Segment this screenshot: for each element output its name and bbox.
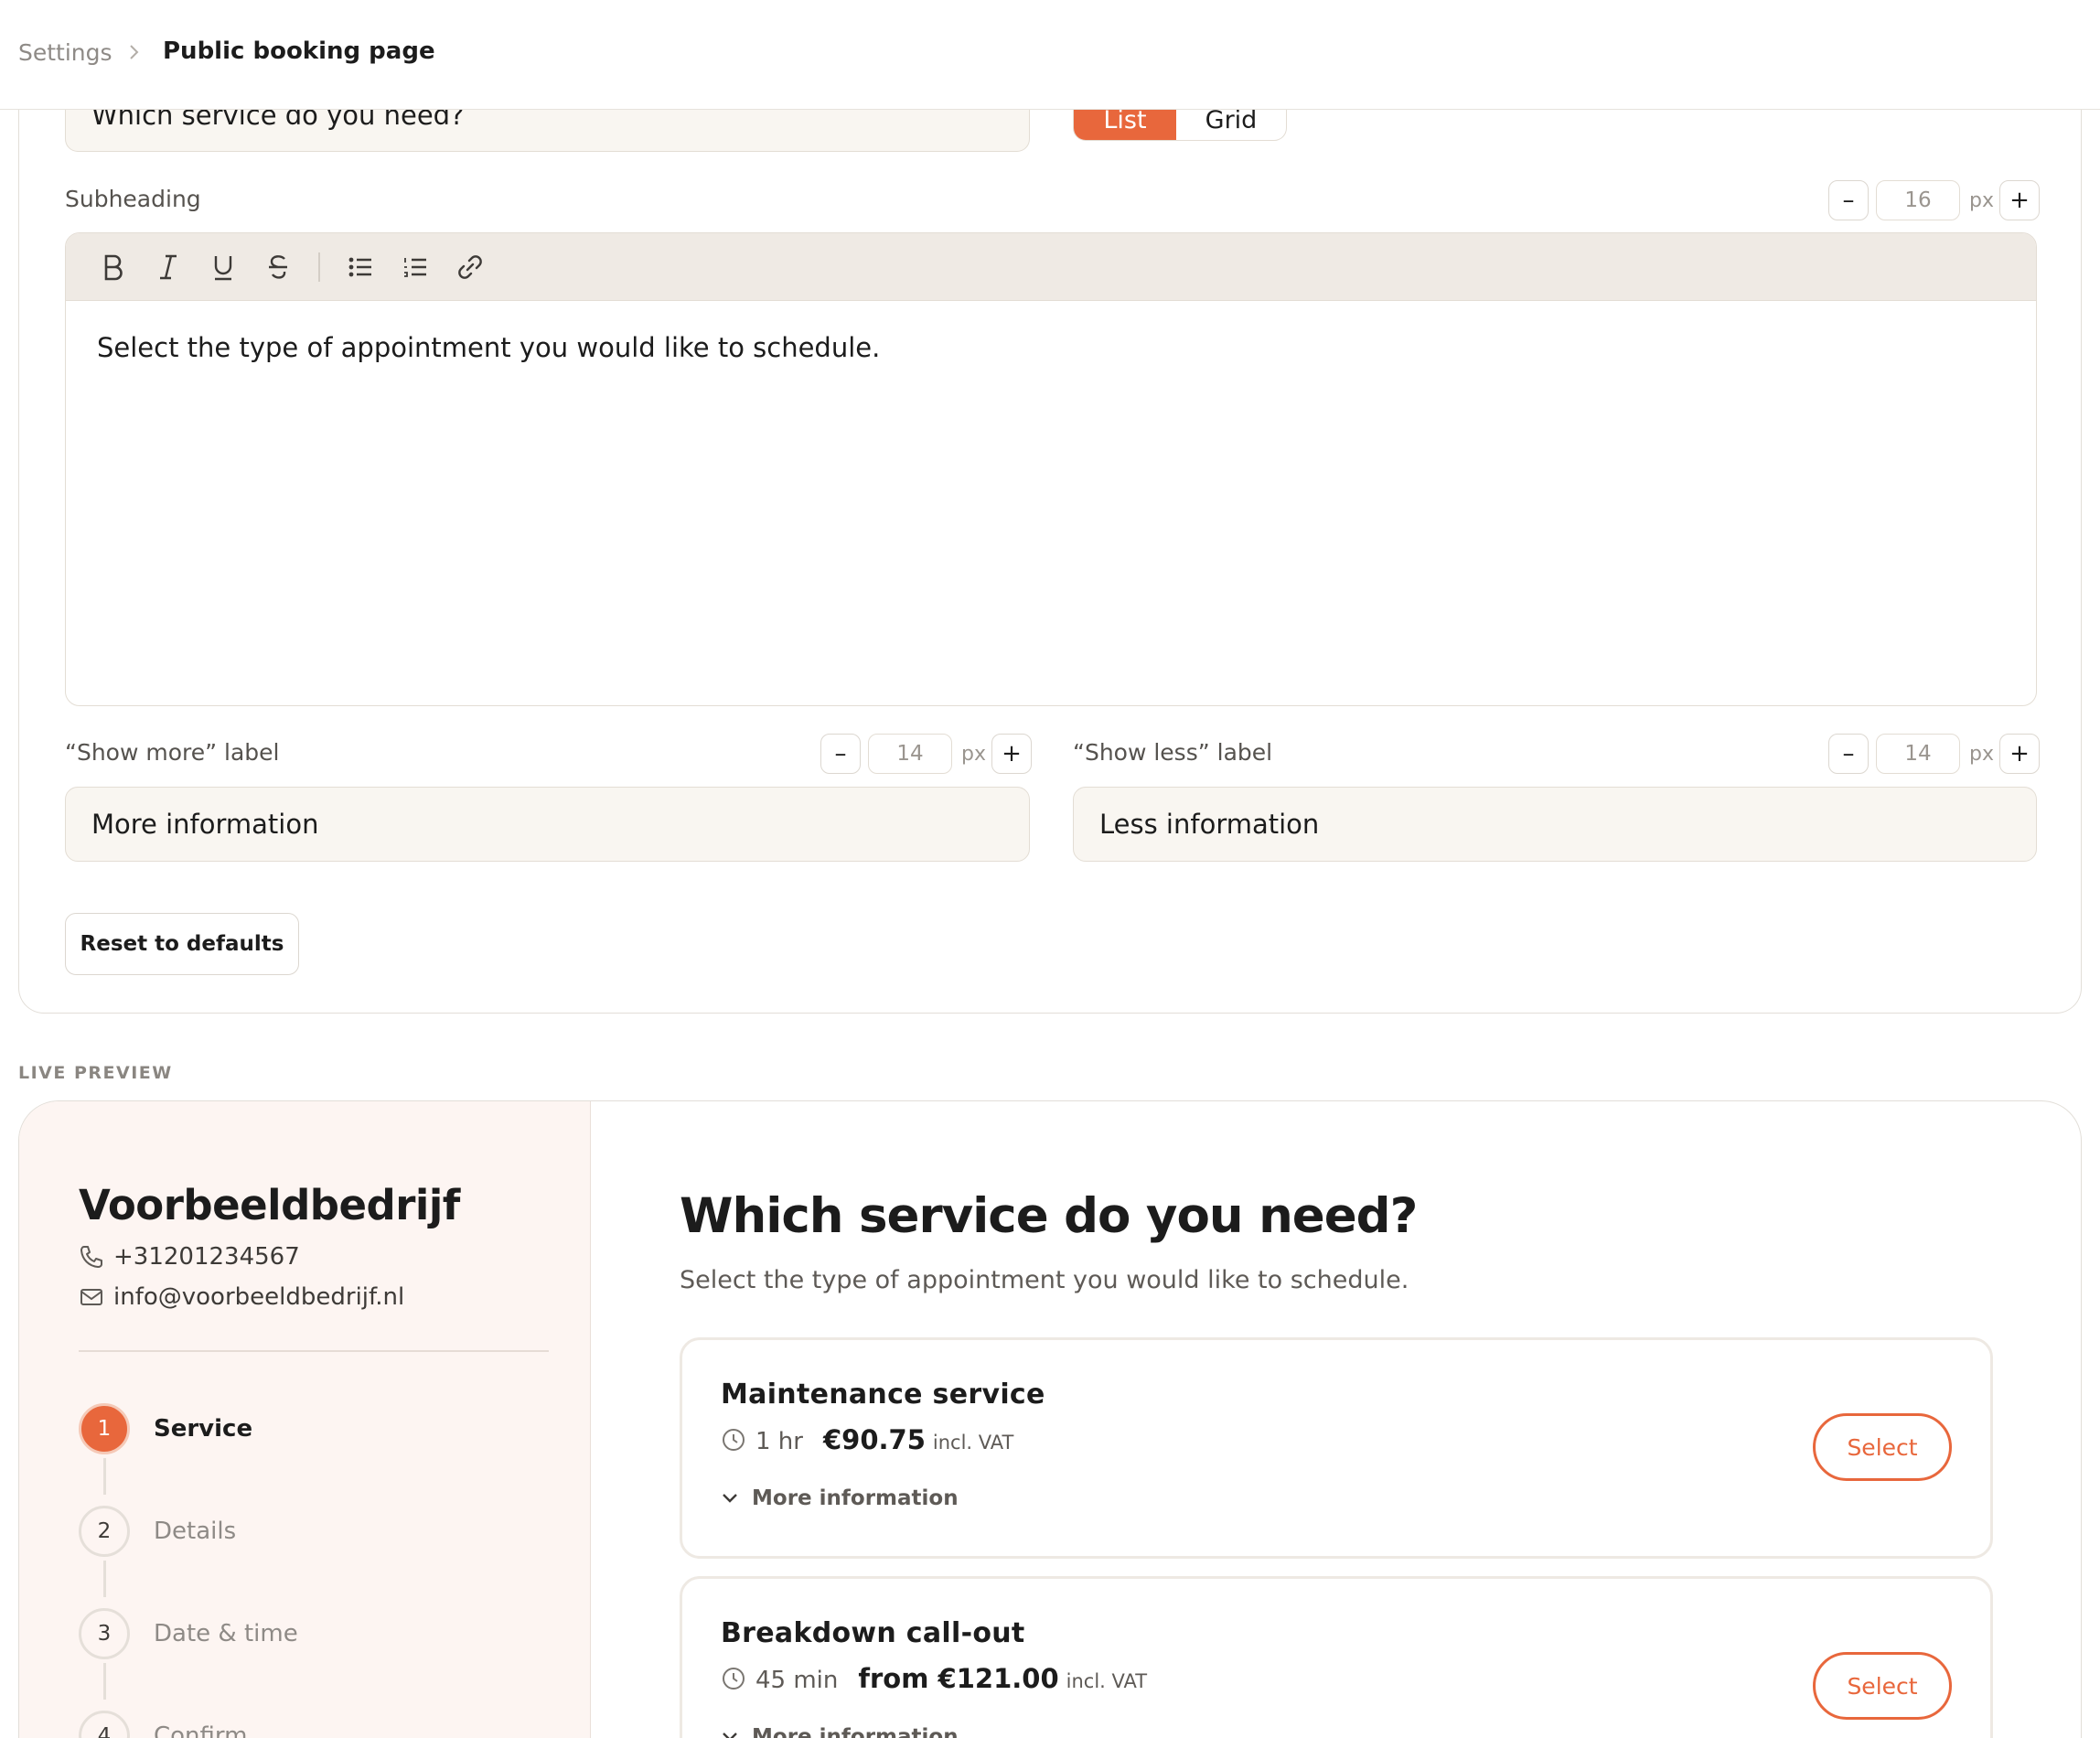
more-information-toggle[interactable]: More information [721,1486,959,1510]
underline-icon[interactable] [196,240,251,295]
service-name: Breakdown call-out [721,1617,1025,1649]
service-vat: incl. VAT [1066,1670,1148,1692]
show-less-label: “Show less” label [1073,739,1273,766]
clock-icon [723,1429,745,1451]
step-number: 4 [79,1711,130,1738]
size-value[interactable]: 16 [1876,180,1960,220]
preview-title: Which service do you need? [680,1188,1418,1244]
top-bar: Settings Public booking page [0,0,2100,110]
show-less-value: Less information [1099,809,1320,840]
service-duration: 45 min [755,1667,839,1694]
show-more-input[interactable]: More information [65,787,1030,862]
service-meta: 1 hr €90.75 incl. VAT [721,1424,1013,1455]
select-button[interactable]: Select [1813,1652,1952,1720]
more-information-toggle[interactable]: More information [721,1725,959,1738]
service-price: €90.75 [822,1424,926,1455]
business-phone[interactable]: +31201234567 [79,1243,300,1271]
bold-icon[interactable] [86,240,141,295]
toolbar-divider [318,252,320,282]
breadcrumb-current: Public booking page [163,38,435,65]
show-less-input[interactable]: Less information [1073,787,2037,862]
step-connector [103,1458,106,1495]
step-label: Details [154,1518,237,1545]
chevron-right-icon [130,45,139,59]
editor-toolbar [66,233,2036,301]
subheading-editor: Select the type of appointment you would… [65,232,2037,706]
phone-icon [80,1246,102,1268]
decrease-button[interactable]: – [1828,734,1869,774]
service-vat: incl. VAT [932,1432,1014,1454]
reset-to-defaults-button[interactable]: Reset to defaults [65,913,299,975]
clock-icon [723,1668,745,1690]
increase-button[interactable]: + [1998,734,2040,774]
editor-body[interactable]: Select the type of appointment you would… [66,301,2036,394]
select-button[interactable]: Select [1813,1413,1952,1481]
increase-button[interactable]: + [991,734,1032,774]
step-confirm[interactable]: 4 Confirm [79,1711,247,1738]
service-name: Maintenance service [721,1379,1045,1411]
show-less-size-stepper: – 14 px + [1828,734,2040,774]
size-value[interactable]: 14 [868,734,952,774]
link-icon[interactable] [443,240,498,295]
more-information-label: More information [752,1486,959,1510]
size-unit: px [1969,188,1994,212]
italic-icon[interactable] [141,240,196,295]
size-unit: px [961,742,986,766]
phone-text: +31201234567 [113,1243,300,1271]
business-email[interactable]: info@voorbeeldbedrijf.nl [79,1283,404,1311]
breadcrumb-settings[interactable]: Settings [18,39,112,66]
decrease-button[interactable]: – [1828,180,1869,220]
live-preview: Voorbeeldbedrijf +31201234567 info@voorb… [18,1100,2082,1738]
step-connector [103,1663,106,1700]
service-meta: 45 min from €121.00 incl. VAT [721,1663,1147,1694]
settings-card: Which service do you need? List Grid Sub… [18,55,2082,1014]
step-number: 1 [79,1403,130,1454]
mail-icon [80,1289,102,1305]
step-details[interactable]: 2 Details [79,1506,236,1557]
step-label: Date & time [154,1620,298,1647]
more-information-label: More information [752,1725,959,1738]
size-value[interactable]: 14 [1876,734,1960,774]
decrease-button[interactable]: – [820,734,861,774]
service-card: Breakdown call-out 45 min from €121.00 i… [680,1576,1993,1738]
preview-sidebar: Voorbeeldbedrijf +31201234567 info@voorb… [19,1101,591,1738]
numbered-list-icon[interactable] [388,240,443,295]
business-name: Voorbeeldbedrijf [79,1181,460,1229]
sidebar-divider [79,1350,549,1352]
chevron-down-icon [723,1733,737,1738]
show-more-label: “Show more” label [65,739,280,766]
preview-subtitle: Select the type of appointment you would… [680,1266,1409,1294]
step-number: 3 [79,1608,130,1659]
live-preview-label: LIVE PREVIEW [18,1063,173,1083]
step-label: Service [154,1415,253,1443]
step-date-time[interactable]: 3 Date & time [79,1608,298,1659]
show-more-value: More information [91,809,319,840]
step-connector [103,1561,106,1597]
step-service[interactable]: 1 Service [79,1403,252,1454]
subheading-label: Subheading [65,186,201,212]
email-text: info@voorbeeldbedrijf.nl [113,1283,405,1311]
chevron-down-icon [723,1494,737,1503]
increase-button[interactable]: + [1998,180,2040,220]
strikethrough-icon[interactable] [251,240,305,295]
subheading-size-stepper: – 16 px + [1828,180,2040,220]
step-label: Confirm [154,1722,248,1738]
service-duration: 1 hr [755,1428,803,1455]
step-number: 2 [79,1506,130,1557]
service-price: from €121.00 [858,1663,1059,1694]
service-card: Maintenance service 1 hr €90.75 incl. VA… [680,1337,1993,1559]
bullet-list-icon[interactable] [333,240,388,295]
size-unit: px [1969,742,1994,766]
show-more-size-stepper: – 14 px + [820,734,1032,774]
